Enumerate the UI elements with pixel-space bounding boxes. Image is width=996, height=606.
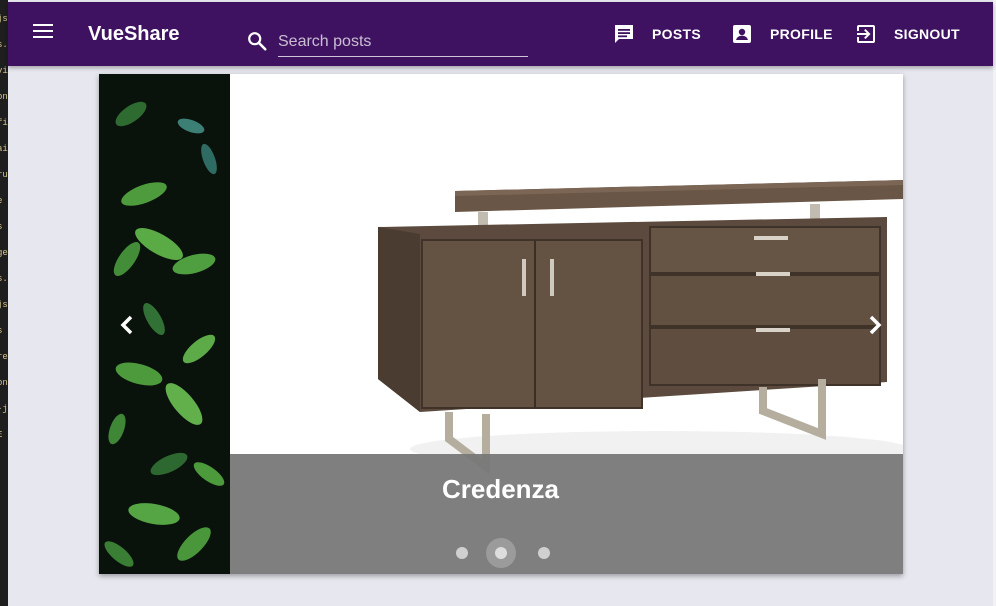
editor-fragment-text: -j [0, 404, 8, 414]
search-field[interactable] [246, 26, 528, 58]
previous-slide-button[interactable] [109, 307, 145, 343]
carousel-dot-1[interactable] [456, 547, 468, 559]
app-title[interactable]: VueShare [88, 23, 180, 46]
editor-fragment-text: s [0, 326, 8, 337]
editor-fragment-text: js [0, 300, 8, 310]
chevron-right-icon [869, 315, 882, 335]
signout-button[interactable]: SIGNOUT [854, 19, 960, 49]
carousel-indicators [456, 538, 566, 568]
signout-label: SIGNOUT [894, 26, 960, 42]
posts-label: POSTS [652, 26, 701, 42]
editor-fragment-text: e [0, 196, 8, 207]
search-input[interactable] [278, 26, 528, 57]
editor-fragment-text: s.js [0, 40, 8, 50]
search-icon [248, 32, 267, 51]
chevron-left-icon [120, 315, 133, 335]
editor-fragment-text: re [0, 352, 8, 362]
editor-fragment-text: js [0, 14, 8, 24]
editor-fragment-text: on [0, 378, 8, 388]
editor-fragment-text: fil [0, 118, 8, 128]
next-slide-button[interactable] [857, 307, 893, 343]
posts-button[interactable]: POSTS [612, 19, 701, 49]
editor-sidebar-fragment: js s.js vi on fil ai ru e s ge s.j js s re on -j E [0, 0, 8, 606]
posts-carousel: Credenza [99, 74, 903, 574]
app-toolbar: VueShare POSTS PROFILE SIGNOUT [8, 2, 993, 66]
carousel-dot-3[interactable] [538, 547, 550, 559]
menu-icon[interactable] [33, 24, 53, 44]
profile-button[interactable]: PROFILE [730, 19, 833, 49]
editor-fragment-text: E [0, 430, 8, 441]
editor-fragment-text: ai [0, 144, 8, 154]
slide-caption: Credenza [230, 454, 903, 574]
exit-to-app-icon [857, 25, 875, 43]
editor-fragment-text: s [0, 222, 8, 233]
slide-title[interactable]: Credenza [99, 474, 902, 505]
editor-fragment-text: ru [0, 170, 8, 180]
editor-fragment-text: ge [0, 248, 8, 258]
editor-fragment-text: vi [0, 66, 8, 76]
account-box-icon [733, 25, 751, 43]
profile-label: PROFILE [770, 26, 833, 42]
editor-fragment-text: s.j [0, 274, 8, 284]
carousel-dot-2[interactable] [486, 538, 516, 568]
chat-icon [615, 25, 633, 43]
editor-fragment-text: on [0, 92, 8, 102]
